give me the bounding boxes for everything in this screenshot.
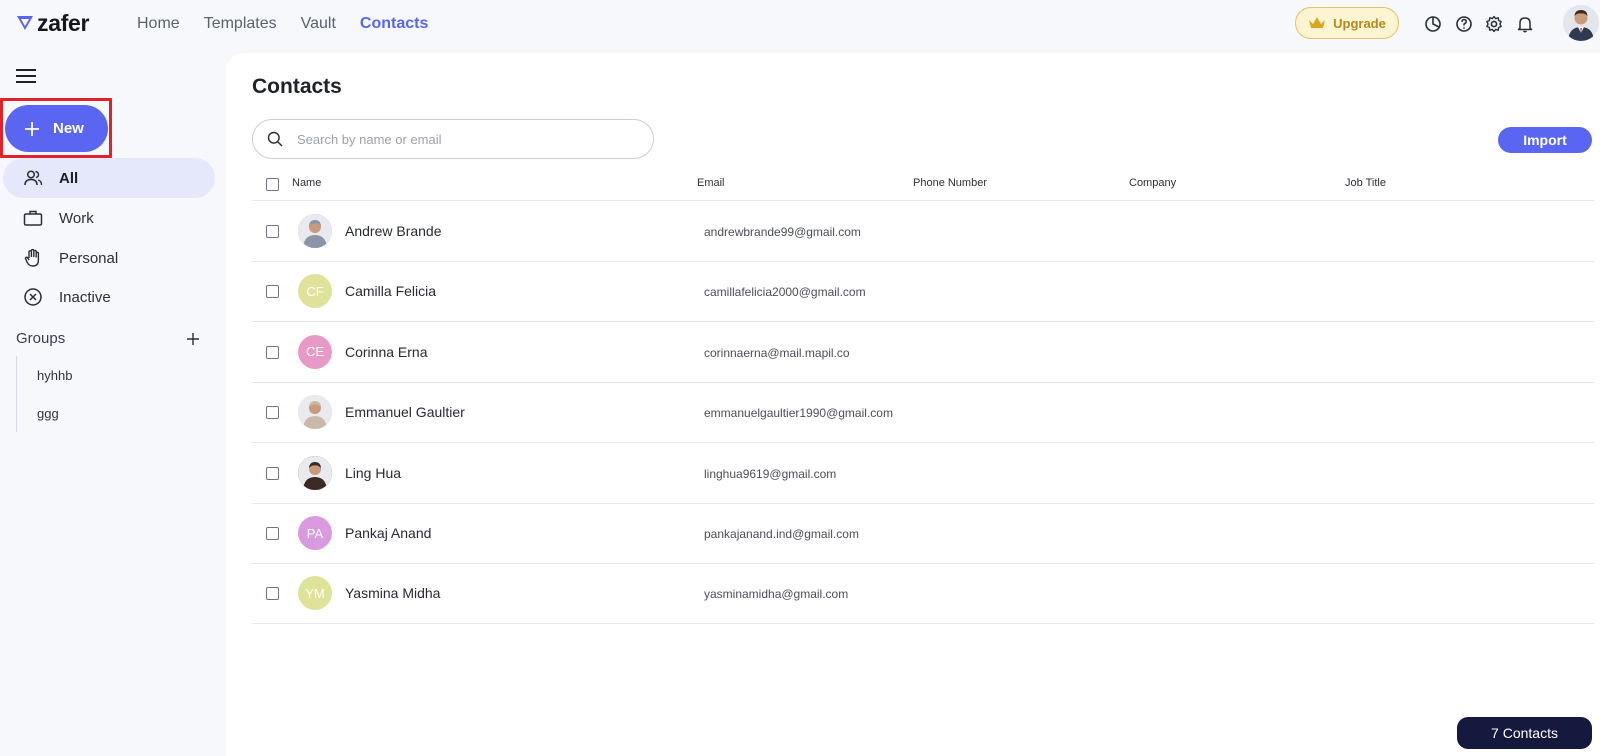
briefcase-icon <box>23 210 43 226</box>
contact-avatar: CE <box>298 334 332 369</box>
contact-photo-icon <box>298 214 332 248</box>
logo-mark-icon <box>17 16 33 30</box>
sidebar-item-label: Work <box>59 209 94 227</box>
contact-email: yasminamidha@gmail.com <box>704 587 849 602</box>
column-header-name[interactable]: Name <box>292 177 321 189</box>
contact-email: corinnaerna@mail.mapil.co <box>704 345 850 360</box>
import-button[interactable]: Import <box>1498 127 1592 153</box>
new-button[interactable]: New <box>5 105 108 152</box>
table-header: Name Email Phone Number Company Job Titl… <box>252 171 1594 201</box>
contact-name[interactable]: Camilla Felicia <box>345 283 436 299</box>
sidebar-item-label: Personal <box>59 249 119 267</box>
column-header-phone[interactable]: Phone Number <box>913 177 987 189</box>
contact-photo-icon <box>298 455 332 490</box>
row-checkbox[interactable] <box>266 587 279 601</box>
contact-avatar: CF <box>298 274 332 309</box>
upgrade-button[interactable]: Upgrade <box>1295 7 1399 39</box>
people-icon <box>24 170 43 186</box>
contact-name[interactable]: Yasmina Midha <box>345 585 440 601</box>
help-icon[interactable] <box>1454 14 1474 34</box>
settings-icon[interactable] <box>1484 14 1504 34</box>
sidebar-item-work[interactable]: Work <box>3 198 215 238</box>
search-box <box>252 119 654 159</box>
contact-name[interactable]: Corinna Erna <box>345 344 428 360</box>
group-item-ggg[interactable]: ggg <box>37 406 59 421</box>
row-checkbox[interactable] <box>266 225 279 238</box>
table-row[interactable]: Emmanuel Gaultier emmanuelgaultier1990@gm… <box>252 382 1594 444</box>
sidebar-item-label: All <box>59 169 79 187</box>
search-input[interactable] <box>297 129 637 149</box>
row-checkbox[interactable] <box>266 345 279 359</box>
contact-name[interactable]: Pankaj Anand <box>345 525 431 541</box>
sidebar-item-label: Inactive <box>59 288 111 306</box>
upgrade-label: Upgrade <box>1333 15 1386 31</box>
menu-icon[interactable] <box>16 68 36 84</box>
add-group-icon[interactable] <box>186 332 200 346</box>
table-row[interactable]: YM Yasmina Midha yasminamidha@gmail.com <box>252 563 1594 625</box>
column-header-company[interactable]: Company <box>1129 177 1176 189</box>
plus-icon <box>25 121 39 136</box>
select-all-checkbox[interactable] <box>266 178 279 191</box>
contact-name[interactable]: Emmanuel Gaultier <box>345 404 465 420</box>
main-nav: Home Templates Vault Contacts <box>137 14 428 34</box>
table-row[interactable]: CE Corinna Erna corinnaerna@mail.mapil.co <box>252 322 1594 383</box>
contact-avatar: YM <box>298 576 332 611</box>
contact-avatar <box>298 455 332 490</box>
column-header-job-title[interactable]: Job Title <box>1345 177 1386 189</box>
group-item-hyhhb[interactable]: hyhhb <box>37 368 72 383</box>
table-row[interactable]: PA Pankaj Anand pankajanand.ind@gmail.com <box>252 503 1594 564</box>
contact-name[interactable]: Andrew Brande <box>345 223 442 239</box>
contacts-count-badge[interactable]: 7 Contacts <box>1457 717 1592 749</box>
x-circle-icon <box>24 288 42 306</box>
contact-photo-icon <box>298 395 332 430</box>
sidebar: New All Work Personal Inactive Groups hy… <box>0 52 224 756</box>
nav-home[interactable]: Home <box>137 14 180 34</box>
table-row[interactable]: CF Camilla Felicia camillafelicia2000@gmai… <box>252 261 1594 323</box>
user-avatar[interactable] <box>1563 5 1599 41</box>
top-bar: zafer Home Templates Vault Contacts Upgr… <box>0 0 1600 48</box>
contact-avatar <box>298 214 332 248</box>
contact-avatar: PA <box>298 516 332 550</box>
column-header-email[interactable]: Email <box>697 177 725 189</box>
page-title: Contacts <box>252 75 342 98</box>
row-checkbox[interactable] <box>266 466 279 480</box>
sidebar-item-personal[interactable]: Personal <box>3 238 215 278</box>
main-panel: Contacts Import Name Email Phone Number … <box>226 53 1600 756</box>
row-checkbox[interactable] <box>266 406 279 420</box>
user-avatar-image <box>1563 5 1599 41</box>
groups-title: Groups <box>16 330 66 347</box>
contact-email: pankajanand.ind@gmail.com <box>704 527 859 541</box>
search-icon <box>267 131 283 147</box>
contact-avatar <box>298 395 332 430</box>
logo[interactable]: zafer <box>16 10 90 36</box>
contact-email: emmanuelgaultier1990@gmail.com <box>704 406 893 421</box>
nav-vault[interactable]: Vault <box>301 14 336 34</box>
bell-icon[interactable] <box>1515 14 1535 34</box>
nav-templates[interactable]: Templates <box>204 14 277 34</box>
crown-icon <box>1309 17 1326 28</box>
contact-email: camillafelicia2000@gmail.com <box>704 285 866 300</box>
groups-header: Groups <box>16 330 200 347</box>
contact-email: linghua9619@gmail.com <box>704 466 837 481</box>
new-label: New <box>53 120 84 137</box>
table-row[interactable]: Andrew Brande andrewbrande99@gmail.com <box>252 201 1594 262</box>
contact-email: andrewbrande99@gmail.com <box>704 225 861 239</box>
row-checkbox[interactable] <box>266 285 279 299</box>
logo-text: zafer <box>37 10 90 36</box>
contact-name[interactable]: Ling Hua <box>345 465 401 481</box>
row-checkbox[interactable] <box>266 527 279 540</box>
sidebar-item-all[interactable]: All <box>3 158 215 198</box>
sidebar-item-inactive[interactable]: Inactive <box>3 277 215 317</box>
pie-chart-icon[interactable] <box>1423 14 1443 34</box>
hand-icon <box>24 248 40 267</box>
groups-list: hyhhb ggg <box>16 356 196 432</box>
table-row[interactable]: Ling Hua linghua9619@gmail.com <box>252 443 1594 504</box>
nav-contacts[interactable]: Contacts <box>360 14 428 34</box>
